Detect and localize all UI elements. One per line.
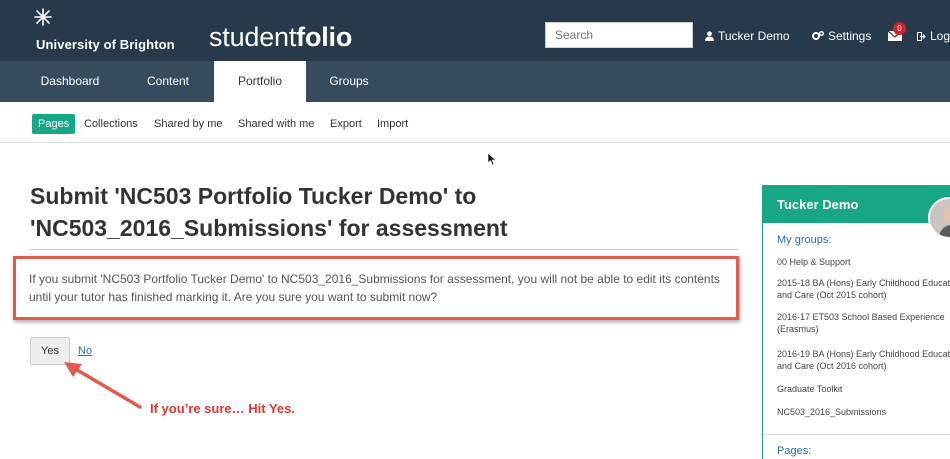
group-item[interactable]: NC503_2016_Submissions — [777, 406, 950, 418]
page-title-line-1: Submit 'NC503 Portfolio Tucker Demo' to — [30, 183, 477, 209]
group-item[interactable]: 2016-17 ET503 School Based Experience (E… — [777, 311, 950, 335]
annotation-text: If you’re sure… Hit Yes. — [150, 401, 295, 416]
group-item[interactable]: 00 Help & Support — [777, 256, 950, 268]
unread-count-badge: 0 — [893, 22, 906, 35]
gears-icon — [812, 31, 824, 40]
brand-light: student — [209, 22, 297, 52]
user-profile-link[interactable]: Tucker Demo — [705, 29, 790, 43]
tab-portfolio[interactable]: Portfolio — [214, 61, 306, 102]
my-groups-label: My groups: — [777, 234, 832, 246]
brand-bold: folio — [296, 22, 353, 52]
university-name[interactable]: University of Brighton — [36, 37, 175, 52]
subtab-import[interactable]: Import — [377, 114, 408, 134]
group-item[interactable]: 2015-18 BA (Hons) Early Childhood Educat… — [777, 277, 950, 301]
page-title: Submit 'NC503 Portfolio Tucker Demo' to … — [30, 180, 730, 244]
tab-dashboard[interactable]: Dashboard — [28, 61, 112, 102]
user-name: Tucker Demo — [718, 29, 790, 43]
portfolio-sub-navigation: Pages Collections Shared by me Shared wi… — [0, 102, 950, 143]
group-item[interactable]: 2016-19 BA (Hons) Early Childhood Educat… — [777, 348, 950, 372]
sidebar-divider — [763, 434, 950, 435]
subtab-collections[interactable]: Collections — [84, 114, 138, 134]
studentfolio-logo[interactable]: studentfolio — [209, 22, 352, 52]
confirmation-message: If you submit 'NC503 Portfolio Tucker De… — [29, 272, 720, 304]
settings-link[interactable]: Settings — [812, 29, 871, 43]
sidebar-heading[interactable]: Tucker Demo — [763, 186, 950, 223]
group-item[interactable]: Graduate Toolkit — [777, 383, 950, 395]
tab-content[interactable]: Content — [132, 61, 204, 102]
title-divider — [30, 249, 738, 250]
avatar-person-icon — [930, 199, 950, 237]
tab-groups[interactable]: Groups — [314, 61, 384, 102]
site-header: University of Brighton studentfolio Tuck… — [0, 0, 950, 61]
subtab-export[interactable]: Export — [330, 114, 362, 134]
settings-label: Settings — [828, 29, 872, 43]
logout-link[interactable]: Log — [917, 29, 950, 43]
mouse-cursor-icon — [487, 152, 497, 166]
logout-label: Log — [930, 29, 950, 43]
main-navigation: Dashboard Content Portfolio Groups — [0, 61, 950, 102]
subtab-pages[interactable]: Pages — [32, 114, 76, 134]
university-logo-icon — [34, 8, 52, 26]
user-icon — [705, 31, 714, 41]
annotation-arrow-icon — [64, 362, 142, 409]
subtab-shared-by-me[interactable]: Shared by me — [154, 114, 222, 134]
page-title-line-2: 'NC503_2016_Submissions' for assessment — [30, 215, 508, 241]
search-input[interactable] — [545, 22, 693, 48]
logout-icon — [917, 32, 926, 41]
profile-sidebar: Tucker Demo My groups: 00 Help & Support… — [762, 185, 950, 459]
pages-label: Pages: — [777, 445, 812, 457]
subtab-shared-with-me[interactable]: Shared with me — [238, 114, 314, 134]
